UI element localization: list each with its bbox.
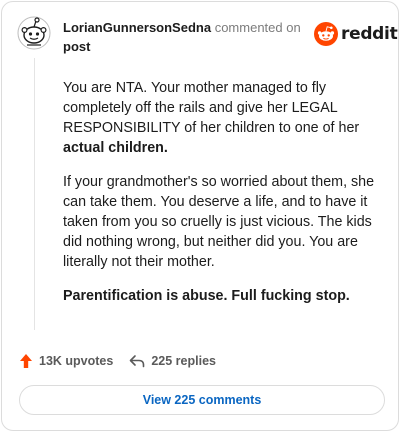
reply-arrow-icon	[130, 355, 145, 368]
comment-paragraph-3: Parentification is abuse. Full fucking s…	[63, 286, 383, 306]
post-link[interactable]: post	[63, 39, 90, 54]
commented-on-text: commented on	[214, 20, 301, 35]
reply-count: 225 replies	[151, 354, 216, 368]
comment-header: LorianGunnersonSedna commented on post	[63, 18, 303, 56]
reddit-logo[interactable]: reddit	[314, 22, 398, 46]
comment-actions: 13K upvotes 225 replies	[19, 351, 216, 371]
snoo-avatar-icon[interactable]	[17, 15, 51, 51]
paragraph-1-bold-text: actual children.	[63, 140, 168, 156]
upvote-button[interactable]: 13K upvotes	[19, 353, 113, 369]
thread-line	[34, 58, 35, 330]
comment-paragraph-2: If your grandmother's so worried about t…	[63, 174, 375, 270]
upvote-count: 13K upvotes	[39, 354, 114, 368]
comment-paragraph-1: You are NTA. Your mother managed to fly …	[63, 78, 383, 158]
username-link[interactable]: LorianGunnersonSedna	[63, 20, 211, 35]
replies-button[interactable]: 225 replies	[129, 354, 216, 368]
paragraph-1-text: You are NTA. Your mother managed to fly …	[63, 80, 360, 136]
comment-card: LorianGunnersonSedna commented on post r…	[1, 1, 399, 431]
comment-body: You are NTA. Your mother managed to fly …	[63, 78, 383, 320]
view-comments-button[interactable]: View 225 comments	[19, 385, 385, 415]
reddit-snoo-logo-icon	[314, 22, 338, 46]
paragraph-3-bold-text: Parentification is abuse. Full fucking s…	[63, 288, 350, 304]
reddit-wordmark: reddit	[341, 24, 398, 44]
upvote-arrow-icon	[20, 354, 32, 368]
